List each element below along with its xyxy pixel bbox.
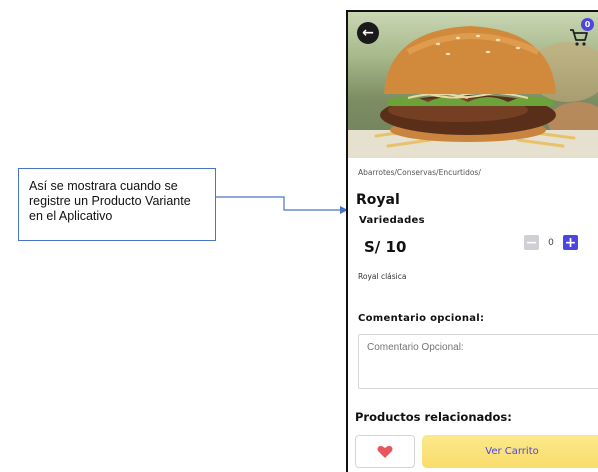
annotation-line-3: en el Aplicativo bbox=[29, 209, 113, 223]
breadcrumb[interactable]: Abarrotes/Conservas/Encurtidos/ bbox=[358, 168, 481, 177]
view-cart-button[interactable]: Ver Carrito bbox=[422, 435, 598, 468]
annotation-line-1: Así se mostrara cuando se bbox=[29, 179, 178, 193]
burger-illustration bbox=[348, 26, 598, 158]
view-cart-label: Ver Carrito bbox=[485, 446, 539, 457]
increment-button[interactable]: + bbox=[563, 235, 578, 250]
comment-label: Comentario opcional: bbox=[358, 313, 485, 324]
quantity-stepper: − 0 + bbox=[524, 235, 578, 250]
variants-heading: Variedades bbox=[359, 215, 425, 226]
product-price: S/ 10 bbox=[364, 238, 407, 256]
quantity-value: 0 bbox=[548, 237, 554, 248]
cart-count-badge: 0 bbox=[581, 18, 594, 31]
plus-icon: + bbox=[564, 234, 577, 251]
favorite-button[interactable] bbox=[355, 435, 415, 468]
annotation-arrow bbox=[216, 196, 348, 214]
annotation-line-2: registre un Producto Variante bbox=[29, 194, 191, 208]
minus-icon: − bbox=[525, 234, 538, 251]
app-screen: ← 0 Abarrotes/Conservas/Encurtidos/ Roya… bbox=[346, 10, 598, 472]
comment-field[interactable] bbox=[358, 334, 598, 389]
cart-button[interactable]: 0 bbox=[568, 18, 594, 46]
screenshot-canvas: Así se mostrara cuando se registre un Pr… bbox=[0, 0, 598, 472]
product-image: ← 0 bbox=[348, 12, 598, 158]
back-button[interactable]: ← bbox=[357, 22, 379, 44]
product-title: Royal bbox=[356, 192, 400, 208]
variant-option-label[interactable]: Royal clásica bbox=[358, 272, 406, 281]
decrement-button[interactable]: − bbox=[524, 235, 539, 250]
related-products-heading: Productos relacionados: bbox=[355, 410, 512, 424]
arrow-left-icon: ← bbox=[362, 25, 374, 41]
annotation-callout: Así se mostrara cuando se registre un Pr… bbox=[18, 168, 216, 241]
heart-icon bbox=[377, 445, 393, 458]
